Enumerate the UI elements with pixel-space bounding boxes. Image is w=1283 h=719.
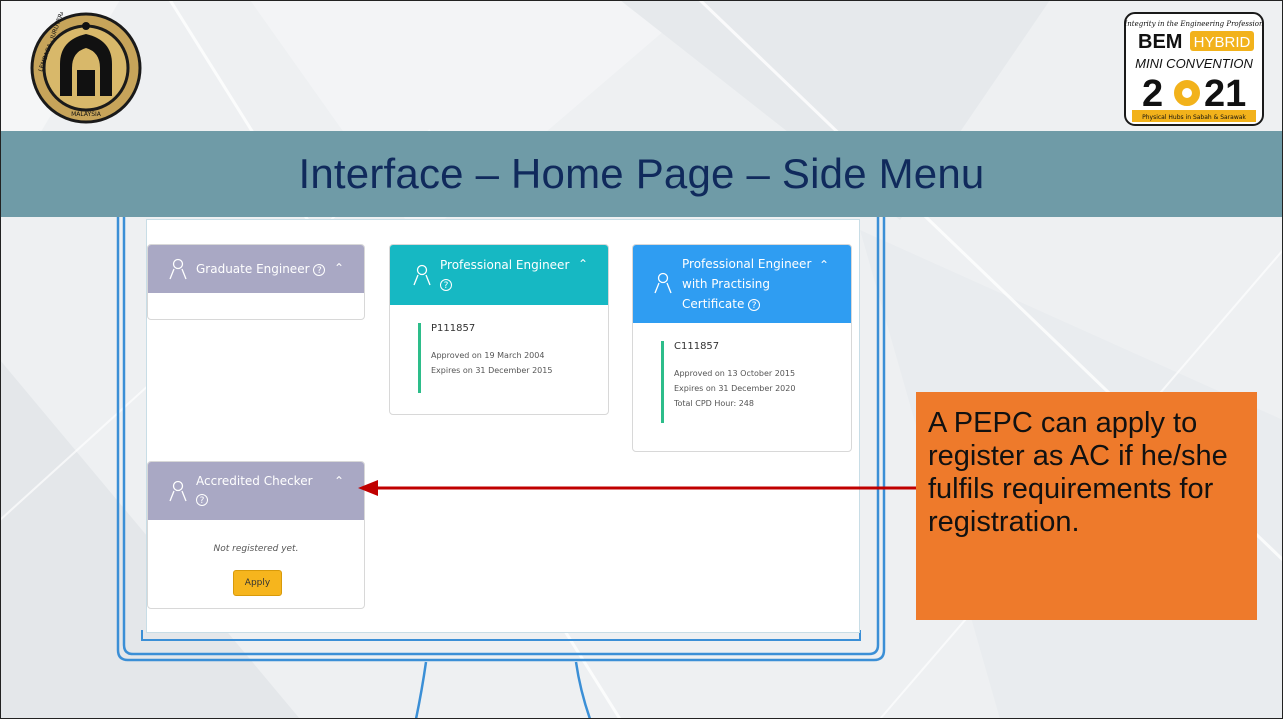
- not-registered-text: Not registered yet.: [213, 544, 299, 554]
- card-title: Graduate Engineer: [196, 262, 310, 276]
- person-icon: [654, 272, 672, 294]
- card-title: Accredited Checker: [196, 474, 313, 488]
- registration-details: C111857 Approved on 13 October 2015 Expi…: [661, 341, 795, 423]
- svg-text:MINI CONVENTION: MINI CONVENTION: [1135, 56, 1253, 71]
- card-title-line2: with Practising: [682, 277, 771, 291]
- card-header[interactable]: Accredited Checker ? ⌃: [148, 462, 364, 520]
- card-title-line3: Certificate: [682, 297, 745, 311]
- card-header[interactable]: Graduate Engineer ? ⌃: [148, 245, 364, 293]
- svg-text:BEM: BEM: [1138, 31, 1182, 53]
- card-accredited-checker: Accredited Checker ? ⌃ Not registered ye…: [147, 461, 365, 609]
- svg-text:MALAYSIA: MALAYSIA: [71, 111, 102, 118]
- card-header[interactable]: Professional Engineer with Practising Ce…: [633, 245, 851, 323]
- title-band: Interface – Home Page – Side Menu: [0, 131, 1283, 217]
- expiry-date: Expires on 31 December 2020: [674, 384, 796, 393]
- card-title: Professional Engineer: [440, 258, 570, 272]
- registration-details: P111857 Approved on 19 March 2004 Expire…: [418, 323, 552, 393]
- person-icon: [169, 258, 187, 280]
- svg-text:HYBRID: HYBRID: [1194, 34, 1251, 51]
- svg-text:2: 2: [1142, 73, 1163, 115]
- cpd-hours: Total CPD Hour: 248: [674, 399, 754, 408]
- chevron-up-icon[interactable]: ⌃: [819, 255, 829, 275]
- convention-logo: Integrity in the Engineering Profession …: [1123, 12, 1264, 126]
- card-title-line1: Professional Engineer: [682, 257, 812, 271]
- registration-number: C111857: [674, 341, 720, 352]
- approved-date: Approved on 19 March 2004: [431, 351, 545, 360]
- person-icon: [413, 264, 431, 286]
- app-screen: Graduate Engineer ? ⌃ Professional Engin…: [146, 219, 860, 633]
- person-icon: [169, 480, 187, 502]
- card-graduate-engineer: Graduate Engineer ? ⌃: [147, 244, 365, 320]
- help-icon[interactable]: ?: [313, 263, 326, 276]
- card-pepc: Professional Engineer with Practising Ce…: [632, 244, 852, 452]
- chevron-up-icon[interactable]: ⌃: [334, 258, 344, 278]
- help-icon[interactable]: ?: [440, 279, 452, 291]
- svg-text:Integrity in the Engineering P: Integrity in the Engineering Profession: [1124, 20, 1264, 28]
- registration-number: P111857: [431, 323, 476, 334]
- chevron-up-icon[interactable]: ⌃: [578, 254, 588, 274]
- svg-text:21: 21: [1204, 73, 1246, 115]
- approved-date: Approved on 13 October 2015: [674, 369, 796, 378]
- card-professional-engineer: Professional Engineer ? ⌃ P111857 Approv…: [389, 244, 609, 415]
- help-icon[interactable]: ?: [196, 494, 208, 506]
- pointer-arrow: [358, 480, 922, 496]
- help-icon[interactable]: ?: [748, 298, 761, 311]
- apply-button[interactable]: Apply: [233, 570, 282, 596]
- svg-text:Physical Hubs in Sabah & Saraw: Physical Hubs in Sabah & Sarawak: [1142, 114, 1246, 121]
- callout-text: A PEPC can apply to register as AC if he…: [928, 407, 1228, 538]
- slide-title: Interface – Home Page – Side Menu: [298, 150, 985, 197]
- card-header[interactable]: Professional Engineer ? ⌃: [390, 245, 608, 305]
- bem-seal-logo: MALAYSIA LEMBAGA · JURUTERA: [30, 12, 142, 124]
- chevron-up-icon[interactable]: ⌃: [334, 471, 344, 491]
- expiry-date: Expires on 31 December 2015: [431, 366, 553, 375]
- callout-box: A PEPC can apply to register as AC if he…: [916, 392, 1257, 620]
